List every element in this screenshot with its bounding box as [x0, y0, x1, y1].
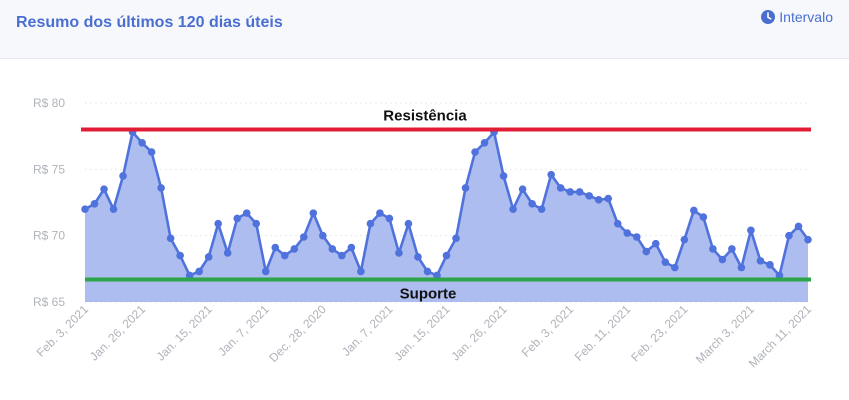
price-chart: R$ 80R$ 75R$ 70R$ 65Feb. 3, 2021Jan. 26,…: [33, 96, 814, 370]
data-point: [509, 205, 517, 213]
data-point: [233, 214, 242, 223]
data-point: [366, 219, 375, 228]
area-fill: [85, 132, 808, 302]
data-point: [280, 251, 289, 260]
x-tick-label: Jan. 7, 2021: [339, 302, 396, 359]
data-point: [423, 267, 432, 276]
data-point: [195, 267, 203, 276]
x-tick-label: Jan. 26, 2021: [448, 302, 510, 364]
data-point: [157, 184, 165, 192]
data-point: [794, 222, 803, 231]
data-point: [785, 231, 793, 240]
y-tick-label: R$ 65: [33, 295, 65, 309]
data-point: [604, 194, 613, 203]
data-point: [642, 247, 651, 256]
data-point: [404, 219, 413, 228]
x-tick-label: Dec. 28, 2020: [266, 302, 329, 365]
support-label: Suporte: [400, 285, 457, 302]
data-point: [671, 263, 679, 272]
data-point: [395, 249, 403, 257]
data-point: [442, 251, 451, 260]
data-point: [319, 231, 327, 240]
data-point: [271, 243, 280, 252]
x-tick-label: Feb. 3, 2021: [34, 302, 92, 360]
data-point: [566, 188, 574, 196]
data-point: [90, 200, 99, 208]
data-point: [414, 253, 422, 261]
data-point: [176, 251, 184, 260]
data-point: [556, 184, 565, 192]
data-point: [300, 233, 308, 241]
data-point: [699, 213, 708, 221]
x-tick-label: Jan. 7, 2021: [215, 302, 272, 359]
data-point: [709, 245, 717, 253]
data-point: [100, 185, 108, 194]
data-point: [376, 209, 384, 217]
data-point: [804, 235, 812, 244]
data-point: [338, 251, 346, 260]
data-point: [728, 245, 736, 253]
data-point: [109, 205, 118, 213]
data-point: [309, 209, 318, 217]
data-point: [385, 214, 394, 223]
data-point: [347, 243, 356, 252]
data-point: [499, 172, 508, 180]
data-point: [594, 196, 603, 204]
y-tick-label: R$ 70: [33, 229, 65, 243]
x-tick-label: Feb. 3, 2021: [519, 302, 577, 360]
x-tick-label: Jan. 26, 2021: [87, 302, 149, 364]
data-point: [613, 219, 622, 228]
data-point: [461, 184, 470, 192]
data-point: [357, 267, 365, 276]
data-point: [480, 139, 489, 147]
data-point: [166, 234, 175, 243]
data-point: [290, 245, 299, 253]
data-point: [547, 170, 555, 179]
resistance-label: Resistência: [383, 108, 467, 125]
data-point: [766, 261, 774, 269]
y-tick-label: R$ 75: [33, 162, 65, 176]
data-point: [661, 258, 670, 267]
data-point: [585, 192, 593, 200]
data-point: [452, 234, 460, 243]
y-tick-label: R$ 80: [33, 96, 65, 110]
data-point: [747, 226, 755, 235]
data-point: [680, 235, 689, 244]
data-point: [214, 219, 222, 228]
data-point: [81, 205, 89, 213]
data-point: [242, 209, 251, 217]
data-point: [119, 172, 127, 180]
x-tick-label: Feb. 23, 2021: [628, 302, 690, 364]
data-point: [204, 253, 213, 261]
data-point: [223, 249, 232, 257]
x-tick-label: Jan. 15, 2021: [153, 302, 215, 364]
data-point: [537, 205, 546, 213]
data-point: [651, 239, 660, 248]
data-point: [518, 185, 527, 194]
data-point: [252, 219, 261, 228]
x-tick-label: Jan. 15, 2021: [391, 302, 453, 364]
data-point: [718, 255, 727, 264]
data-point: [623, 229, 632, 237]
data-point: [575, 188, 584, 196]
data-point: [690, 206, 698, 215]
data-point: [528, 200, 536, 208]
data-point: [328, 245, 337, 253]
x-tick-label: Feb. 11, 2021: [572, 302, 634, 364]
data-point: [138, 139, 146, 147]
data-point: [632, 233, 641, 241]
data-point: [737, 263, 746, 272]
data-point: [471, 148, 479, 156]
data-point: [147, 148, 156, 156]
data-point: [261, 267, 270, 276]
x-tick-label: March 3, 2021: [693, 302, 757, 366]
data-point: [756, 257, 765, 265]
